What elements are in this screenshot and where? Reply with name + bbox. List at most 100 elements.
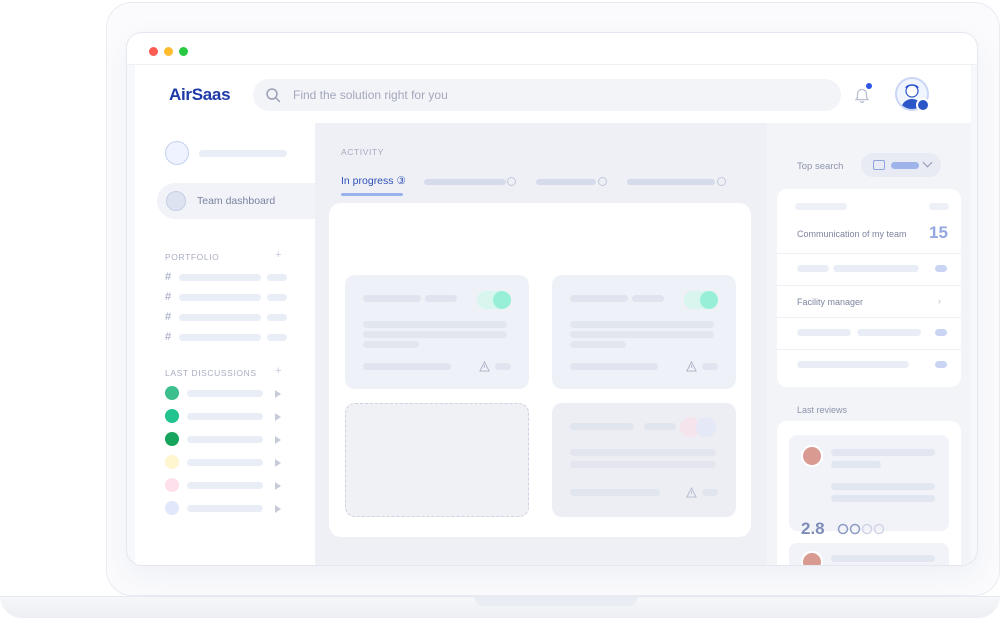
app-window: AirSaas Find the solution right for you (126, 32, 978, 566)
airsaas-logo[interactable]: AirSaas (169, 85, 231, 105)
search-row-placeholder[interactable] (797, 265, 829, 272)
last-reviews-card: 2.8 (777, 421, 961, 565)
empty-project-slot[interactable] (345, 403, 529, 517)
card-title-placeholder (570, 423, 634, 430)
project-status-toggle[interactable] (684, 291, 718, 309)
play-icon[interactable] (275, 505, 281, 513)
top-search-card: Communication of my team 15 Facility man… (777, 189, 961, 387)
divider (777, 317, 961, 318)
tab-in-progress[interactable]: In progress ③ (341, 175, 406, 187)
rating-icon (861, 523, 873, 535)
card-footer-chip (702, 489, 718, 496)
play-icon[interactable] (275, 390, 281, 398)
search-row-label[interactable]: Communication of my team (797, 229, 907, 239)
discussion-item-placeholder[interactable] (187, 459, 263, 466)
last-discussions-section-title: LAST DISCUSSIONS (165, 368, 257, 378)
card-header-chip (929, 203, 949, 210)
browser-chrome (127, 33, 977, 65)
search-placeholder: Find the solution right for you (293, 88, 448, 102)
portfolio-item-placeholder[interactable] (179, 274, 261, 281)
discussion-item-placeholder[interactable] (187, 505, 263, 512)
minimize-window-dot[interactable] (164, 47, 173, 56)
card-text-placeholder (570, 341, 626, 348)
card-footer-placeholder (363, 363, 451, 370)
discussion-item-placeholder[interactable] (187, 390, 263, 397)
maximize-window-dot[interactable] (179, 47, 188, 56)
card-text-placeholder (570, 321, 714, 328)
add-discussion-icon[interactable]: + (275, 365, 281, 377)
discussion-item-placeholder[interactable] (187, 413, 263, 420)
card-footer-placeholder (570, 489, 660, 496)
sidebar-user-avatar[interactable] (165, 141, 189, 165)
portfolio-hash-icon: # (165, 311, 172, 323)
search-row-placeholder[interactable] (797, 329, 851, 336)
card-footer-chip (495, 363, 511, 370)
team-icon (166, 191, 186, 211)
play-icon[interactable] (275, 482, 281, 490)
review-rating-value: 2.8 (801, 519, 825, 538)
calendar-icon (873, 160, 885, 170)
tab-placeholder[interactable] (627, 179, 715, 185)
card-title-placeholder (570, 295, 628, 302)
tab-count-icon (717, 177, 726, 186)
portfolio-item-placeholder[interactable] (179, 294, 261, 301)
play-icon[interactable] (275, 413, 281, 421)
discussion-icon (165, 386, 179, 400)
portfolio-item-placeholder[interactable] (179, 334, 261, 341)
card-footer-chip (702, 363, 718, 370)
top-search-label: Top search (797, 161, 844, 172)
card-title-placeholder (632, 295, 664, 302)
play-icon[interactable] (275, 436, 281, 444)
discussion-item-placeholder[interactable] (187, 436, 263, 443)
discussion-item-placeholder[interactable] (187, 482, 263, 489)
notification-bell-icon[interactable] (853, 87, 871, 105)
chevron-down-icon (922, 157, 933, 168)
card-text-placeholder (570, 449, 716, 456)
portfolio-item-chip (267, 314, 287, 321)
app-header: AirSaas Find the solution right for you (135, 65, 971, 123)
avatar-group (696, 417, 716, 437)
divider (777, 253, 961, 254)
portfolio-section-title: PORTFOLIO (165, 252, 220, 262)
sidebar-item-team-dashboard[interactable]: Team dashboard (157, 183, 327, 219)
portfolio-item-chip (267, 294, 287, 301)
project-card[interactable] (552, 275, 736, 389)
discussion-icon (165, 478, 179, 492)
warning-icon (686, 361, 697, 372)
search-row-placeholder[interactable] (857, 329, 921, 336)
tab-placeholder[interactable] (536, 179, 596, 185)
review-title-placeholder (831, 449, 935, 456)
close-window-dot[interactable] (149, 47, 158, 56)
portfolio-hash-icon: # (165, 271, 172, 283)
project-card[interactable] (552, 403, 736, 517)
search-input[interactable]: Find the solution right for you (253, 79, 841, 111)
card-footer-placeholder (570, 363, 658, 370)
rating-icon (849, 523, 861, 535)
card-header-placeholder (795, 203, 847, 210)
tab-placeholder[interactable] (424, 179, 506, 185)
review-item[interactable]: 2.8 (789, 435, 949, 538)
discussion-icon (165, 501, 179, 515)
project-status-toggle[interactable] (477, 291, 511, 309)
chevron-right-icon: › (938, 296, 941, 306)
play-icon[interactable] (275, 459, 281, 467)
search-row-placeholder[interactable] (833, 265, 919, 272)
search-row-placeholder[interactable] (797, 361, 909, 368)
review-title-placeholder (831, 555, 935, 562)
card-title-placeholder (644, 423, 676, 430)
portfolio-item-chip (267, 274, 287, 281)
team-dashboard-label: Team dashboard (197, 195, 276, 207)
discussion-icon (165, 409, 179, 423)
card-text-placeholder (570, 331, 714, 338)
review-item[interactable] (789, 543, 949, 565)
rating-icon (837, 523, 849, 535)
add-portfolio-icon[interactable]: + (275, 249, 281, 261)
review-subtitle-placeholder (831, 461, 881, 468)
portfolio-item-placeholder[interactable] (179, 314, 261, 321)
search-row-label[interactable]: Facility manager (797, 297, 863, 307)
project-card[interactable] (345, 275, 529, 389)
review-text-placeholder (831, 483, 935, 490)
date-filter-dropdown[interactable] (861, 153, 941, 177)
card-text-placeholder (570, 461, 716, 468)
portfolio-hash-icon: # (165, 291, 172, 303)
